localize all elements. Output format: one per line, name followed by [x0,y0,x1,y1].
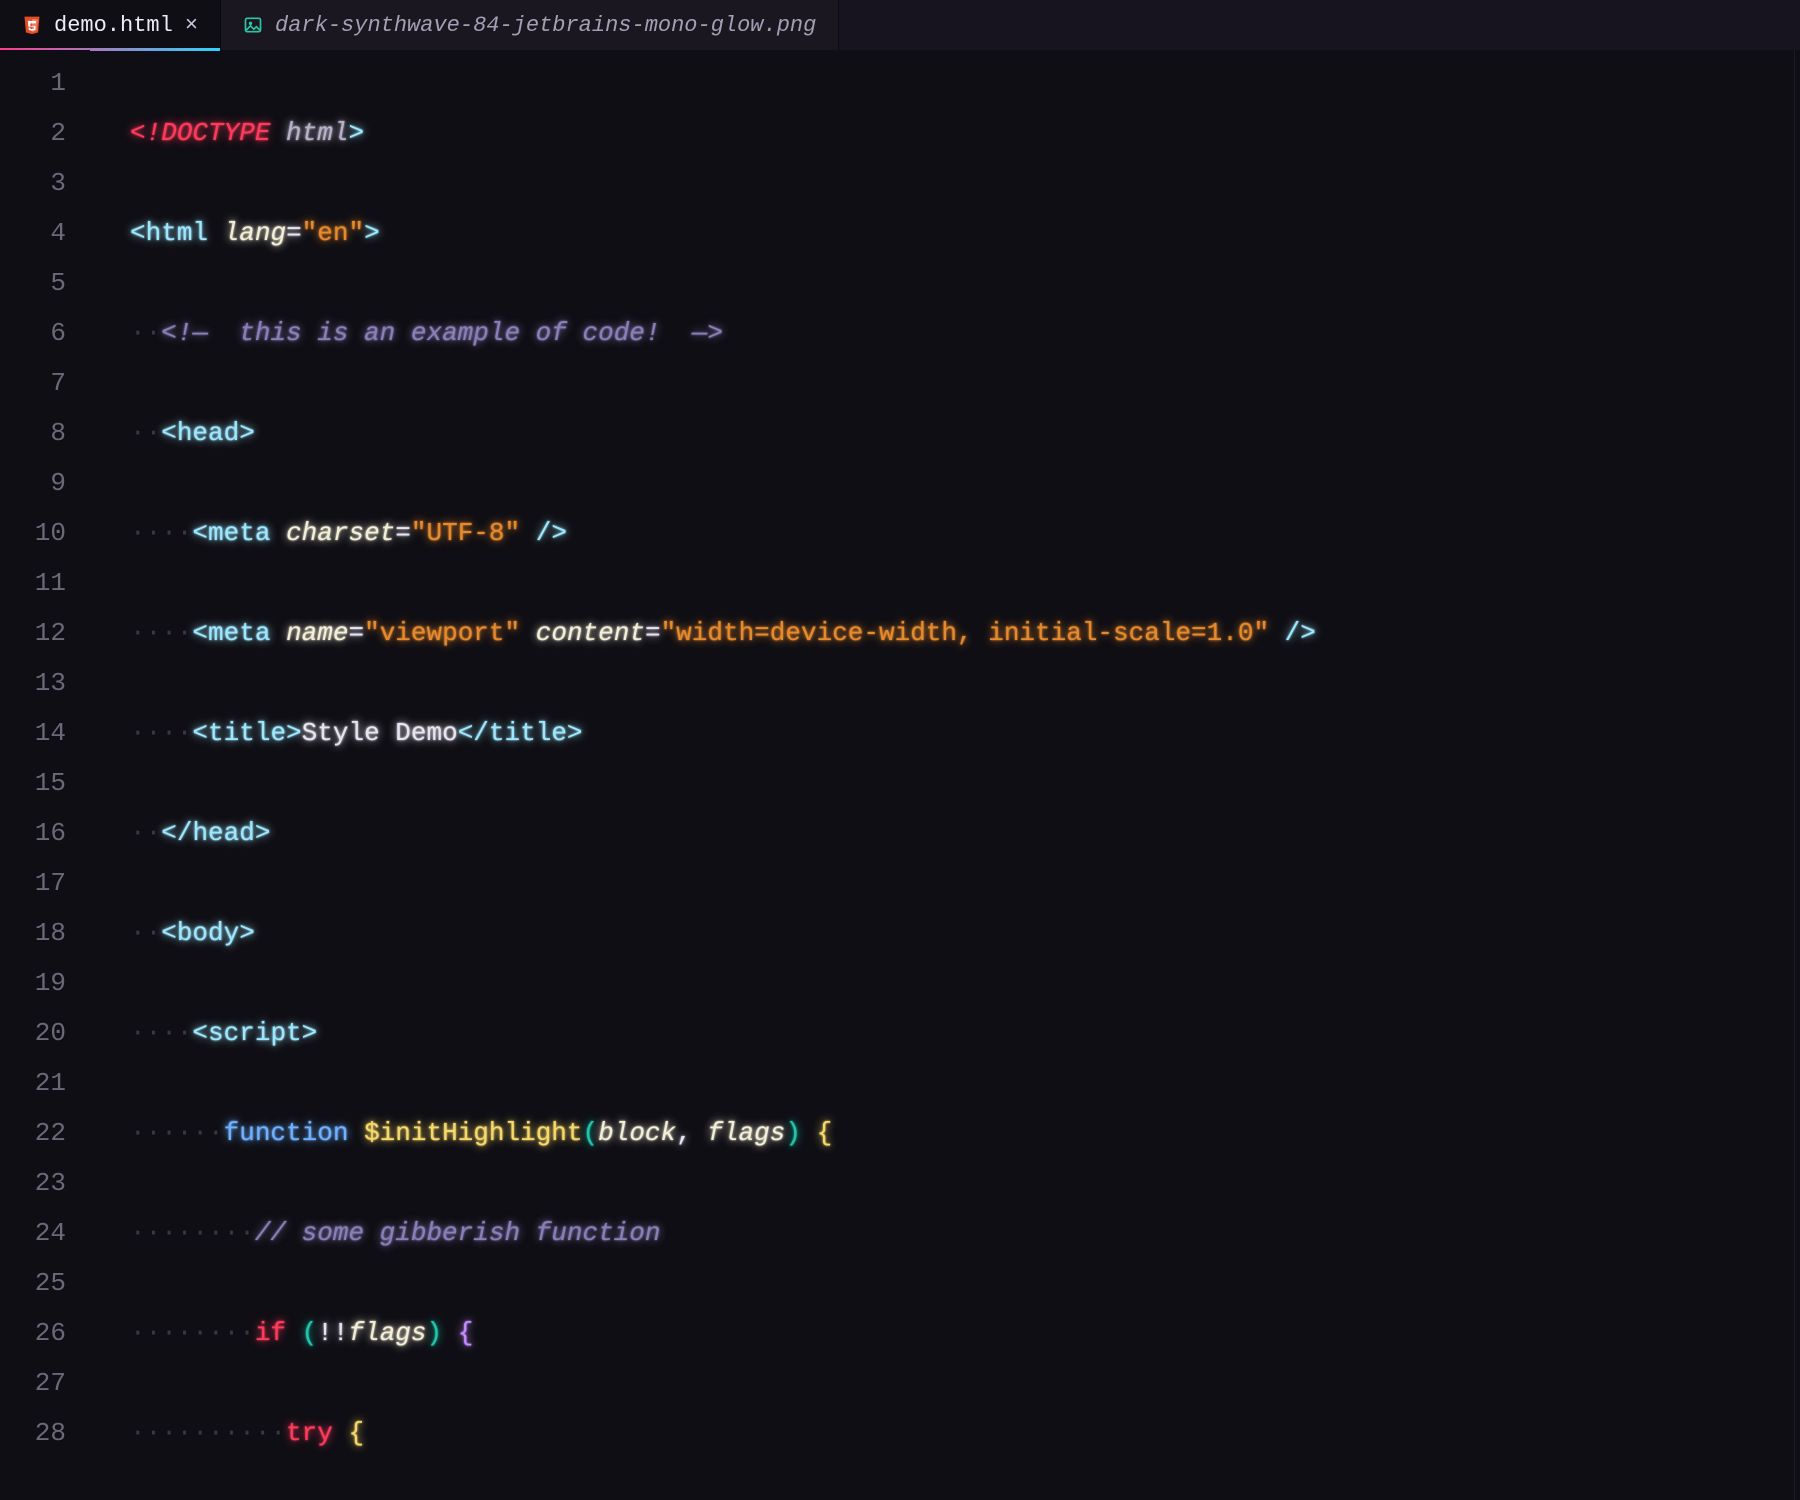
code-line: ······function $initHighlight(block, fla… [130,1108,1794,1158]
tab-label: demo.html [54,13,173,38]
line-number: 4 [0,208,90,258]
line-number: 7 [0,358,90,408]
code-line: <html lang="en"> [130,208,1794,258]
line-number: 19 [0,958,90,1008]
code-line: ··<head> [130,408,1794,458]
code-line: ····<meta charset="UTF-8" /> [130,508,1794,558]
code-line: ········// some gibberish function [130,1208,1794,1258]
line-number: 5 [0,258,90,308]
html5-icon [22,15,42,35]
code-line: ····<meta name="viewport" content="width… [130,608,1794,658]
line-number: 13 [0,658,90,708]
tab-demo-html[interactable]: demo.html × [0,0,221,50]
line-number: 16 [0,808,90,858]
line-number: 17 [0,858,90,908]
line-number: 18 [0,908,90,958]
code-line: ········if (!!flags) { [130,1308,1794,1358]
line-number: 14 [0,708,90,758]
editor: 1234567891011121314151617181920212223242… [0,50,1800,1500]
code-area[interactable]: <!DOCTYPE html> <html lang="en"> ··<!— t… [90,50,1794,1500]
code-line: ····<title>Style Demo</title> [130,708,1794,758]
code-line: <!DOCTYPE html> [130,108,1794,158]
line-number: 6 [0,308,90,358]
line-number: 9 [0,458,90,508]
line-number: 24 [0,1208,90,1258]
line-number: 27 [0,1358,90,1408]
line-number: 10 [0,508,90,558]
line-number: 11 [0,558,90,608]
line-number: 25 [0,1258,90,1308]
close-icon[interactable]: × [185,13,198,38]
tab-label: dark-synthwave-84-jetbrains-mono-glow.pn… [275,13,816,38]
code-line: ··<!— this is an example of code! —> [130,308,1794,358]
line-number: 3 [0,158,90,208]
line-number: 28 [0,1408,90,1458]
code-line: ··<body> [130,908,1794,958]
line-number: 26 [0,1308,90,1358]
code-line: ··········try { [130,1408,1794,1458]
code-line: ····<script> [130,1008,1794,1058]
line-number: 23 [0,1158,90,1208]
line-number: 15 [0,758,90,808]
code-line: ··</head> [130,808,1794,858]
line-number: 20 [0,1008,90,1058]
line-number: 12 [0,608,90,658]
tab-bar: demo.html × dark-synthwave-84-jetbrains-… [0,0,1800,50]
line-number-gutter: 1234567891011121314151617181920212223242… [0,50,90,1500]
line-number: 21 [0,1058,90,1108]
line-number: 22 [0,1108,90,1158]
line-number: 2 [0,108,90,158]
minimap[interactable] [1794,50,1800,1500]
line-number: 1 [0,58,90,108]
image-icon [243,15,263,35]
line-number: 8 [0,408,90,458]
tab-image-preview[interactable]: dark-synthwave-84-jetbrains-mono-glow.pn… [221,0,839,50]
